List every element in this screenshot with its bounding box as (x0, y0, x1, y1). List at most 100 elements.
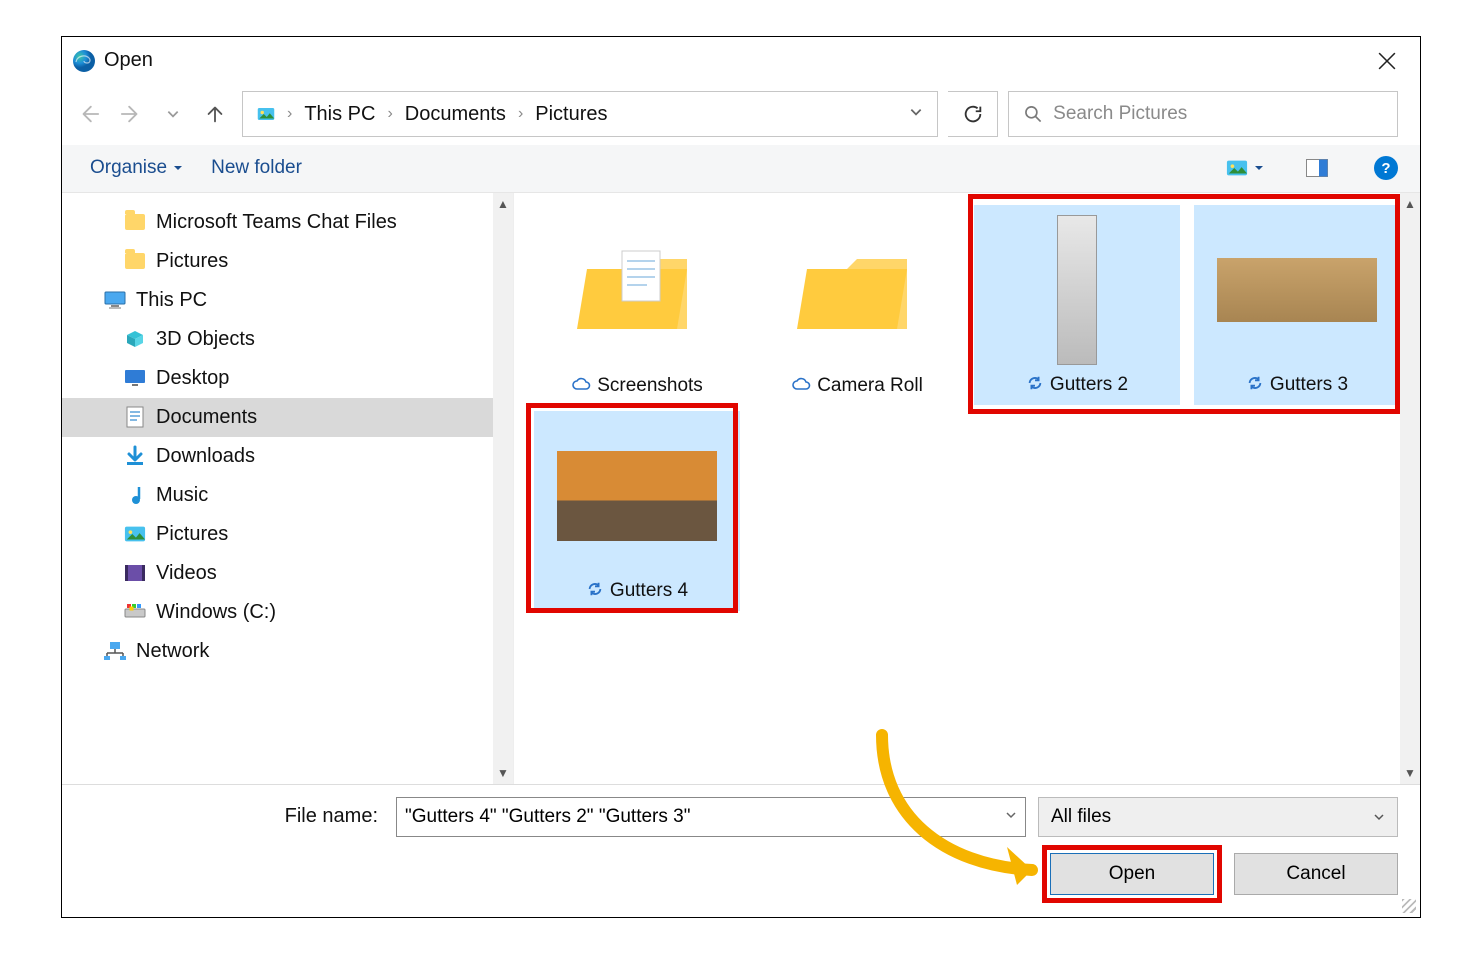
tree-item[interactable]: Pictures (62, 242, 513, 281)
refresh-button[interactable] (948, 91, 998, 137)
sync-icon (586, 580, 604, 603)
tree-item[interactable]: This PC (62, 281, 513, 320)
titlebar: Open (62, 37, 1420, 85)
tree-item-label: Documents (156, 406, 257, 429)
close-button[interactable] (1360, 37, 1414, 85)
preview-pane-button[interactable] (1306, 159, 1328, 177)
breadcrumb-dropdown[interactable] (903, 105, 929, 123)
tree-item[interactable]: Pictures (62, 515, 513, 554)
tree-item[interactable]: 3D Objects (62, 320, 513, 359)
chevron-right-icon[interactable]: › (516, 105, 525, 123)
file-tile[interactable]: Gutters 4 (534, 411, 740, 611)
nav-forward-button[interactable] (120, 103, 142, 125)
file-name: Gutters 3 (1270, 374, 1348, 396)
download-icon (124, 445, 146, 467)
pictures-icon (257, 105, 275, 123)
file-name: Gutters 4 (610, 580, 688, 602)
filepane-scrollbar[interactable]: ▲ ▼ (1400, 193, 1420, 784)
folder-tile[interactable]: Camera Roll (754, 205, 960, 405)
tree-item-label: Desktop (156, 367, 229, 390)
dialog-title: Open (104, 49, 153, 72)
sync-icon (1026, 374, 1044, 397)
search-icon (1023, 103, 1043, 125)
nav-recent-dropdown[interactable] (162, 103, 184, 125)
cancel-button[interactable]: Cancel (1234, 853, 1398, 895)
chevron-down-icon (1254, 163, 1264, 173)
pictures-icon (124, 523, 146, 545)
file-tile[interactable]: Gutters 2 (974, 205, 1180, 405)
help-button[interactable]: ? (1374, 156, 1398, 180)
desktop-icon (124, 367, 146, 389)
filetype-select[interactable]: All files (1038, 797, 1398, 837)
file-thumbnail (557, 451, 717, 541)
tree-item-label: Network (136, 640, 209, 663)
filename-input-wrap[interactable] (396, 797, 1026, 837)
filename-label: File name: (84, 805, 384, 828)
file-pane[interactable]: Screenshots Camera Roll Gutters 2 Gutters 3… (514, 193, 1420, 784)
tree-item-label: Windows (C:) (156, 601, 276, 624)
tree-item[interactable]: Windows (C:) (62, 593, 513, 632)
scroll-down-icon[interactable]: ▼ (1404, 762, 1416, 784)
folder-tile[interactable]: Screenshots (534, 205, 740, 405)
folder-icon (124, 211, 146, 233)
search-input[interactable] (1053, 103, 1383, 125)
body: Microsoft Teams Chat Files Pictures This P… (62, 193, 1420, 784)
filename-input[interactable] (405, 806, 997, 828)
resize-grip[interactable] (1402, 899, 1416, 913)
tree-item[interactable]: Desktop (62, 359, 513, 398)
tree-item[interactable]: Network (62, 632, 513, 671)
open-button[interactable]: Open (1050, 853, 1214, 895)
tree-item-label: Pictures (156, 250, 228, 273)
network-icon (104, 640, 126, 662)
pc-icon (104, 289, 126, 311)
scroll-up-icon[interactable]: ▲ (497, 193, 509, 215)
view-mode-button[interactable] (1226, 159, 1264, 177)
file-name: Gutters 2 (1050, 374, 1128, 396)
tree-item[interactable]: Videos (62, 554, 513, 593)
chevron-right-icon[interactable]: › (385, 105, 394, 123)
scroll-up-icon[interactable]: ▲ (1404, 193, 1416, 215)
tree-item[interactable]: Documents (62, 398, 513, 437)
file-thumbnail (1057, 215, 1097, 365)
folder-icon (124, 250, 146, 272)
scroll-down-icon[interactable]: ▼ (497, 762, 509, 784)
breadcrumb-segment[interactable]: This PC (298, 99, 381, 130)
toolbar: Organise New folder ? (62, 145, 1420, 193)
nav-back-button[interactable] (78, 103, 100, 125)
organise-menu[interactable]: Organise (90, 157, 183, 179)
file-thumbnail (1217, 258, 1377, 322)
filetype-value: All files (1051, 806, 1111, 828)
tree-item[interactable]: Microsoft Teams Chat Files (62, 203, 513, 242)
nav-up-button[interactable] (204, 103, 226, 125)
bottom-panel: File name: All files Open Cancel (62, 784, 1420, 917)
sidebar: Microsoft Teams Chat Files Pictures This P… (62, 193, 514, 784)
folder-icon (797, 239, 917, 343)
breadcrumb-segment[interactable]: Pictures (529, 99, 613, 130)
breadcrumb[interactable]: › This PC › Documents › Pictures (242, 91, 938, 137)
search-box[interactable] (1008, 91, 1398, 137)
cloud-icon (791, 375, 811, 397)
preview-pane-icon (1306, 159, 1328, 177)
open-dialog: Open › This PC › Documents › Pictures (61, 36, 1421, 918)
breadcrumb-root-icon[interactable] (251, 101, 281, 127)
chevron-down-icon (1373, 811, 1385, 823)
nav-row: › This PC › Documents › Pictures (62, 85, 1420, 145)
tree-item-label: 3D Objects (156, 328, 255, 351)
file-tile[interactable]: Gutters 3 (1194, 205, 1400, 405)
drive-icon (124, 601, 146, 623)
close-icon (1378, 52, 1396, 70)
chevron-down-icon (173, 163, 183, 173)
file-name: Camera Roll (817, 375, 923, 397)
tree-item[interactable]: Music (62, 476, 513, 515)
sidebar-scrollbar[interactable]: ▲ ▼ (493, 193, 513, 784)
breadcrumb-segment[interactable]: Documents (399, 99, 512, 130)
chevron-right-icon[interactable]: › (285, 105, 294, 123)
tree-item-label: Downloads (156, 445, 255, 468)
tree-item-label: Pictures (156, 523, 228, 546)
organise-label: Organise (90, 157, 167, 179)
filename-dropdown[interactable] (997, 808, 1017, 825)
music-icon (124, 484, 146, 506)
new-folder-button[interactable]: New folder (211, 157, 302, 179)
nav-arrows (72, 103, 232, 125)
tree-item[interactable]: Downloads (62, 437, 513, 476)
